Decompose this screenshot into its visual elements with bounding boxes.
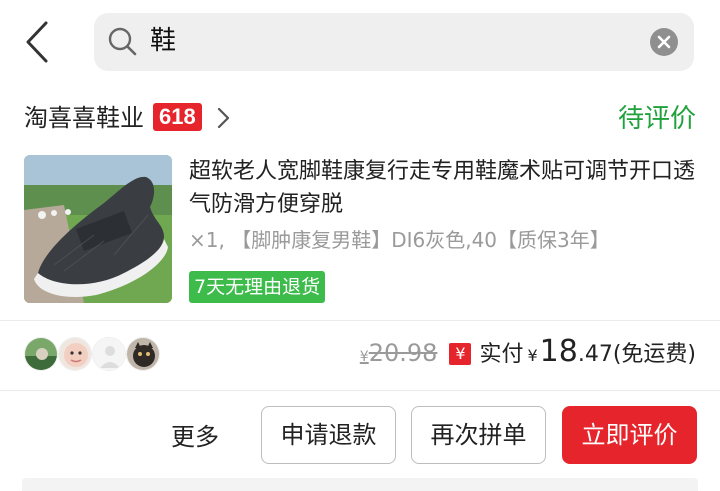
chevron-right-icon[interactable] [215, 107, 231, 129]
product-thumbnail[interactable] [24, 155, 172, 303]
return-policy-tag: 7天无理由退货 [189, 271, 326, 303]
paid-amount-int: 18 [539, 334, 578, 369]
avatar [58, 337, 92, 371]
paid-label: 实付 [479, 342, 524, 367]
refund-button[interactable]: 申请退款 [261, 406, 396, 464]
avatar [126, 337, 160, 371]
next-card-edge [22, 478, 698, 491]
search-query: 鞋 [150, 26, 177, 56]
divider [0, 390, 720, 391]
search-input[interactable]: 鞋 [94, 13, 694, 71]
avatar [92, 337, 126, 371]
order-status: 待评价 [617, 104, 696, 134]
back-chevron-icon[interactable] [22, 20, 52, 64]
paid-amount-dec: .47 [577, 342, 613, 367]
original-price: ¥20.98 [359, 339, 438, 367]
promo-badge: 618 [153, 103, 202, 131]
clear-icon[interactable] [650, 28, 678, 56]
shipping-note: (免运费) [612, 342, 696, 367]
search-icon [108, 27, 138, 57]
avatar [24, 337, 58, 371]
price-row: ¥20.98 ¥ 实付 ¥ 18 .47 (免运费) [360, 334, 696, 376]
yen-icon: ¥ [449, 343, 472, 365]
paid-currency: ¥ [527, 346, 538, 365]
more-button[interactable]: 更多 [171, 420, 219, 454]
shop-name[interactable]: 淘喜喜鞋业 [24, 102, 144, 134]
review-button[interactable]: 立即评价 [562, 406, 697, 464]
rebuy-button[interactable]: 再次拼单 [411, 406, 546, 464]
divider [0, 320, 720, 321]
shop-row[interactable]: 淘喜喜鞋业 618 待评价 [0, 96, 720, 144]
product-title[interactable]: 超软老人宽脚鞋康复行走专用鞋魔术贴可调节开口透气防滑方便穿脱 [189, 155, 699, 221]
product-spec: ×1, 【脚肿康复男鞋】DI6灰色,40【质保3年】 [189, 228, 610, 252]
top-bar: 鞋 [0, 0, 720, 84]
